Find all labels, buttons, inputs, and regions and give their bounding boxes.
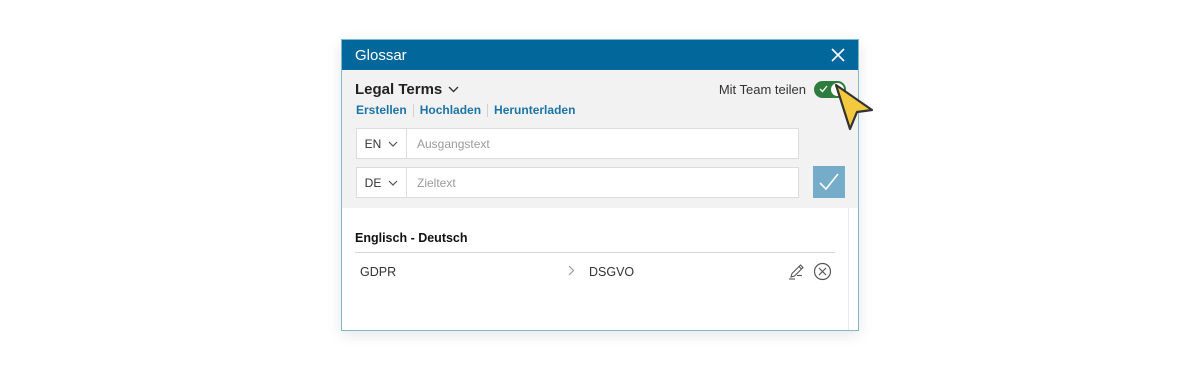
delete-circle-icon[interactable] — [813, 262, 832, 281]
dialog-title: Glossar — [355, 46, 407, 64]
source-language-select[interactable]: EN — [357, 129, 407, 158]
edit-icon[interactable] — [788, 263, 805, 280]
glossary-selector[interactable]: Legal Terms — [355, 81, 459, 98]
add-entry-button[interactable] — [813, 166, 845, 198]
pointer-cursor-icon — [834, 83, 874, 131]
chevron-right-icon — [568, 265, 575, 276]
upload-link[interactable]: Hochladen — [412, 104, 487, 117]
target-language-select[interactable]: DE — [357, 168, 407, 197]
entry-source-term: GDPR — [360, 265, 397, 279]
glossary-entry-row: GDPR DSGVO — [355, 258, 835, 286]
check-icon — [819, 85, 828, 93]
source-text-input[interactable] — [407, 129, 798, 158]
target-language-label: DE — [364, 175, 382, 190]
divider — [355, 252, 835, 253]
target-row: DE — [356, 167, 799, 198]
glossary-actions: Erstellen Hochladen Herunterladen — [356, 104, 581, 117]
chevron-down-icon — [388, 141, 398, 147]
glossary-name: Legal Terms — [355, 81, 443, 98]
close-icon[interactable] — [830, 47, 846, 63]
source-language-label: EN — [364, 136, 382, 151]
chevron-down-icon — [448, 86, 459, 93]
glossary-panel: Legal Terms Erstellen Hochladen Herunter… — [342, 70, 858, 208]
list-scrollbar[interactable] — [848, 208, 858, 330]
glossary-dialog: Glossar Legal Terms Erstellen Hochladen … — [341, 39, 859, 331]
source-row: EN — [356, 128, 799, 159]
download-link[interactable]: Herunterladen — [487, 104, 581, 117]
dialog-titlebar: Glossar — [342, 40, 858, 70]
share-label: Mit Team teilen — [718, 82, 806, 97]
entry-target-term: DSGVO — [589, 265, 635, 279]
chevron-down-icon — [388, 180, 398, 186]
language-pair-header: Englisch - Deutsch — [355, 231, 468, 245]
target-text-input[interactable] — [407, 168, 798, 197]
glossary-entry-list: Englisch - Deutsch GDPR DSGVO — [342, 208, 848, 330]
create-link[interactable]: Erstellen — [356, 104, 413, 117]
share-control: Mit Team teilen — [719, 81, 846, 98]
checkmark-icon — [819, 173, 839, 191]
